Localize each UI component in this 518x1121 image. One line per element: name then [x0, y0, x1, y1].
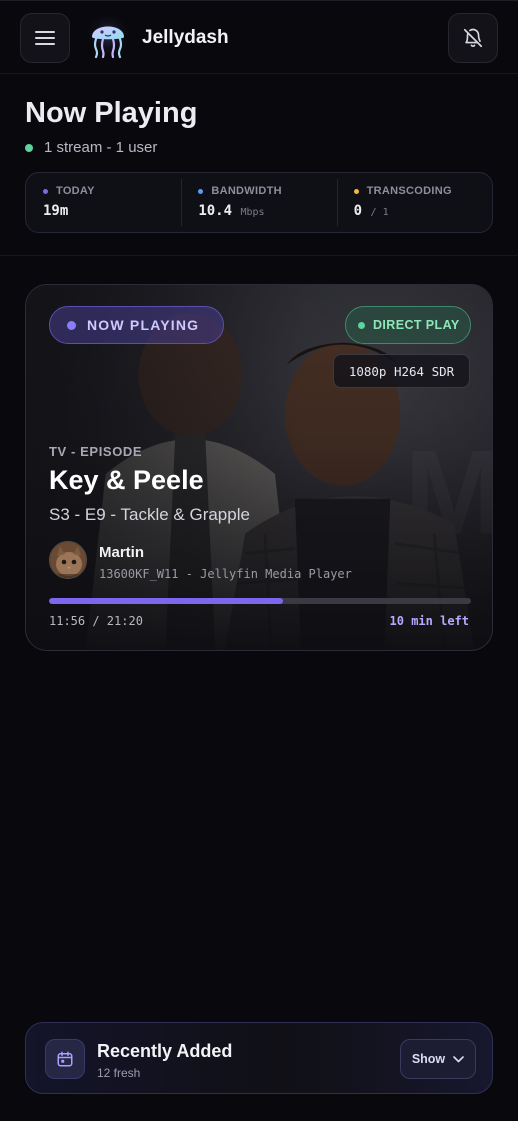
media-title[interactable]: Key & Peele	[49, 465, 204, 496]
episode-info: S3 - E9 - Tackle & Grapple	[49, 505, 250, 524]
recently-added-panel: Recently Added 12 fresh Show	[25, 1022, 493, 1094]
playback-progress	[49, 598, 471, 604]
stat-today-dot	[43, 188, 48, 194]
status-dot	[25, 143, 33, 152]
playback-progress-fill	[49, 598, 284, 604]
chevron-down-icon	[453, 1055, 464, 1062]
recently-added-count: 12 fresh	[97, 1066, 141, 1080]
hamburger-menu-icon	[35, 31, 55, 45]
stat-transcoding: TRANSCODING 0 / 1	[336, 173, 492, 232]
quality-badge: 1080p H264 SDR	[333, 354, 470, 388]
menu-button[interactable]	[20, 13, 70, 63]
jellyfish-logo	[86, 15, 130, 59]
stat-bandwidth-value: 10.4	[198, 203, 233, 219]
section-divider	[0, 255, 518, 256]
recently-added-icon-box	[45, 1039, 85, 1079]
recently-added-title: Recently Added	[97, 1041, 233, 1061]
now-playing-card[interactable]: M NOW PLAYING DIRECT PLAY 1080p H264 SDR…	[25, 284, 493, 651]
stat-transcoding-total: / 1	[370, 207, 389, 218]
app-title: Jellydash	[142, 27, 229, 48]
device-info: 13600KF_W11 - Jellyfin Media Player	[99, 567, 352, 581]
user-avatar[interactable]	[49, 541, 87, 579]
stat-bandwidth-unit: Mbps	[240, 207, 265, 218]
stat-transcoding-label: TRANSCODING	[366, 185, 452, 197]
calendar-icon	[57, 1051, 73, 1067]
show-recent-button[interactable]: Show	[400, 1039, 476, 1079]
stat-today-value: 19m	[43, 203, 69, 219]
stat-bandwidth-dot	[198, 188, 204, 194]
show-recent-label: Show	[411, 1052, 446, 1066]
stat-today: TODAY 19m	[26, 173, 181, 232]
playback-time: 11:56 / 21:20	[49, 614, 143, 628]
now-playing-dot	[67, 320, 76, 330]
top-bar: Jellydash	[0, 0, 518, 74]
notifications-button[interactable]	[448, 13, 498, 63]
user-name[interactable]: Martin	[99, 544, 144, 561]
stat-bandwidth-label: BANDWIDTH	[211, 185, 282, 197]
direct-play-badge: DIRECT PLAY	[345, 306, 471, 344]
stats-bar: TODAY 19m BANDWIDTH 10.4 Mbps TRANSCODIN…	[25, 172, 493, 233]
stream-status-text: 1 stream - 1 user	[44, 139, 158, 156]
now-playing-label: NOW PLAYING	[87, 317, 200, 333]
direct-play-dot	[358, 321, 365, 329]
stat-today-label: TODAY	[56, 185, 95, 197]
stat-bandwidth: BANDWIDTH 10.4 Mbps	[181, 173, 336, 232]
now-playing-badge: NOW PLAYING	[49, 306, 224, 344]
stat-transcoding-value: 0	[353, 203, 363, 219]
stream-status: 1 stream - 1 user	[25, 139, 157, 156]
stat-transcoding-dot	[353, 188, 359, 194]
direct-play-label: DIRECT PLAY	[373, 318, 460, 332]
page-title: Now Playing	[25, 97, 198, 129]
media-type: TV - EPISODE	[49, 444, 143, 459]
bell-off-icon	[463, 28, 483, 48]
time-remaining: 10 min left	[389, 614, 469, 628]
